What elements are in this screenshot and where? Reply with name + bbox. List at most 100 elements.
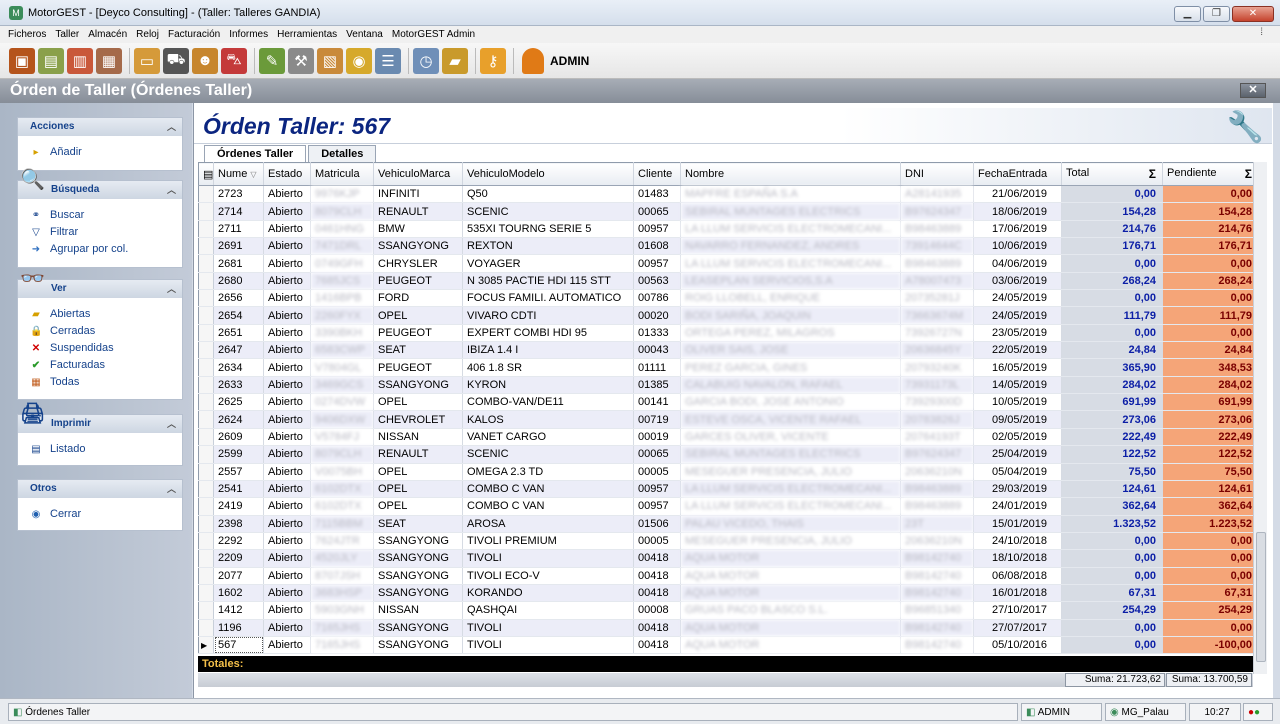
cell-modelo[interactable]: TIVOLI [462,619,634,637]
cell-modelo[interactable]: FOCUS FAMILI. AUTOMATICO [462,289,634,308]
cell-cliente[interactable]: 00719 [633,410,681,429]
cell-pendiente[interactable]: 284,02 [1162,376,1259,395]
cell-estado[interactable]: Abierto [263,584,311,603]
cell-nombre[interactable]: MAPFRE ESPAÑA S.A [680,185,901,204]
cell-modelo[interactable]: EXPERT COMBI HDI 95 [462,324,634,343]
cell-fecha[interactable]: 29/03/2019 [973,480,1062,499]
cell-matricula[interactable]: 7115BBM [310,515,374,533]
row-selector[interactable] [198,289,214,308]
cell-cliente[interactable]: 00008 [633,601,681,620]
cell-total[interactable]: 0,00 [1061,185,1163,204]
cell-nombre[interactable]: LA LLUM SERVICIS ELECTROMECANI... [680,254,901,273]
car-icon[interactable]: ⛍ [221,47,247,74]
cell-fecha[interactable]: 25/04/2019 [973,445,1062,464]
cell-total[interactable]: 75,50 [1061,463,1163,481]
cell-fecha[interactable]: 21/06/2019 [973,185,1062,204]
collapse-icon[interactable]: ︿ [167,118,176,136]
cell-marca[interactable]: PEUGEOT [373,358,463,377]
cell-nombre[interactable]: CALABUIG NAVALON, RAFAEL [680,376,901,395]
clipboard-icon[interactable]: ▤ [38,47,64,74]
cell-nombre[interactable]: ROIG LLOBELL, ENRIQUE [680,289,901,308]
cell-marca[interactable]: PEUGEOT [373,272,463,291]
row-selector[interactable]: ▶ [198,636,214,655]
list-icon[interactable]: ☰ [375,47,401,74]
cell-numero[interactable]: 567 [213,636,264,655]
cell-matricula[interactable]: 8079CLH [310,445,374,464]
cell-cliente[interactable]: 00957 [633,480,681,499]
cell-cliente[interactable]: 01506 [633,515,681,533]
row-selector[interactable] [198,549,214,568]
cell-estado[interactable]: Abierto [263,463,311,481]
cell-estado[interactable]: Abierto [263,254,311,273]
cell-numero[interactable]: 2656 [213,289,264,308]
cell-cliente[interactable]: 00019 [633,428,681,447]
table-row[interactable]: 2651 Abierto 3390BKH PEUGEOT EXPERT COMBI HD… [198,324,1259,343]
cell-fecha[interactable]: 22/05/2019 [973,341,1062,360]
cell-matricula[interactable]: 1416BPB [310,289,374,308]
cell-marca[interactable]: SSANGYONG [373,549,463,568]
cell-cliente[interactable]: 00418 [633,549,681,568]
cell-numero[interactable]: 1412 [213,601,264,620]
cell-marca[interactable]: OPEL [373,393,463,412]
cell-dni[interactable]: B98463889 [900,497,974,516]
cell-estado[interactable]: Abierto [263,237,311,256]
cell-dni[interactable]: 73926727N [900,324,974,343]
cell-total[interactable]: 691,99 [1061,393,1163,412]
cell-pendiente[interactable]: 214,76 [1162,220,1259,239]
collapse-icon[interactable]: ︿ [167,415,176,433]
key-icon[interactable]: ⚷ [480,47,506,74]
cell-cliente[interactable]: 00957 [633,254,681,273]
cell-marca[interactable]: NISSAN [373,428,463,447]
cell-cliente[interactable]: 00957 [633,220,681,239]
cell-numero[interactable]: 2681 [213,254,264,273]
cell-cliente[interactable]: 00563 [633,272,681,291]
row-selector[interactable] [198,393,214,412]
cell-fecha[interactable]: 18/06/2019 [973,202,1062,221]
col-header-matricula[interactable]: Matricula [310,162,374,186]
cell-marca[interactable]: SEAT [373,515,463,533]
cell-estado[interactable]: Abierto [263,497,311,516]
menu-almacen[interactable]: Almacén [88,29,127,40]
menu-herramientas[interactable]: Herramientas [277,29,337,40]
row-selector[interactable] [198,185,214,204]
cell-marca[interactable]: SSANGYONG [373,636,463,655]
cell-dni[interactable]: B98142740 [900,636,974,655]
cell-nombre[interactable]: AQUA MOTOR [680,567,901,585]
cell-dni[interactable]: B98142740 [900,567,974,585]
cell-dni[interactable]: B97624347 [900,202,974,221]
menu-taller[interactable]: Taller [55,29,79,40]
cell-fecha[interactable]: 05/04/2019 [973,463,1062,481]
cell-matricula[interactable]: 9406DXW [310,410,374,429]
cell-nombre[interactable]: ESTEVE OSCA, VICENTE RAFAEL [680,410,901,429]
cell-estado[interactable]: Abierto [263,358,311,377]
col-header-numero[interactable]: Nume ▽ [213,162,264,186]
cell-modelo[interactable]: TIVOLI ECO-V [462,567,634,585]
cell-matricula[interactable]: 7624JTR [310,532,374,551]
cell-pendiente[interactable]: 0,00 [1162,549,1259,568]
table-row[interactable]: 2625 Abierto 0274DVW OPEL COMBO-VAN/DE11 0014… [198,393,1259,412]
cell-nombre[interactable]: LA LLUM SERVICIS ELECTROMECANI... [680,497,901,516]
cell-matricula[interactable]: V0075BH [310,463,374,481]
table-row[interactable]: 2419 Abierto 6102DTX OPEL COMBO C VAN 00957 LA… [198,497,1259,516]
cell-numero[interactable]: 1602 [213,584,264,603]
tab-detalles[interactable]: Detalles [308,145,377,162]
cell-marca[interactable]: NISSAN [373,601,463,620]
cell-pendiente[interactable]: 0,00 [1162,532,1259,551]
cell-dni[interactable]: 20636210N [900,532,974,551]
cell-dni[interactable]: B98463889 [900,480,974,499]
sidebar-item-listado[interactable]: ▤ Listado [18,441,182,458]
cell-cliente[interactable]: 00141 [633,393,681,412]
cell-total[interactable]: 176,71 [1061,237,1163,256]
cell-dni[interactable]: 20783826J [900,410,974,429]
row-selector[interactable] [198,619,214,637]
cell-marca[interactable]: INFINITI [373,185,463,204]
cell-cliente[interactable]: 00418 [633,636,681,655]
sidebar-item-facturadas[interactable]: ✔ Facturadas [18,357,182,374]
cell-pendiente[interactable]: 0,00 [1162,254,1259,273]
cell-pendiente[interactable]: 67,31 [1162,584,1259,603]
table-row[interactable]: 2292 Abierto 7624JTR SSANGYONG TIVOLI PREMIU… [198,532,1259,551]
cell-fecha[interactable]: 06/08/2018 [973,567,1062,585]
cell-matricula[interactable]: 0461HNG [310,220,374,239]
cell-modelo[interactable]: VIVARO CDTI [462,306,634,325]
cell-matricula[interactable]: 6102DTX [310,497,374,516]
